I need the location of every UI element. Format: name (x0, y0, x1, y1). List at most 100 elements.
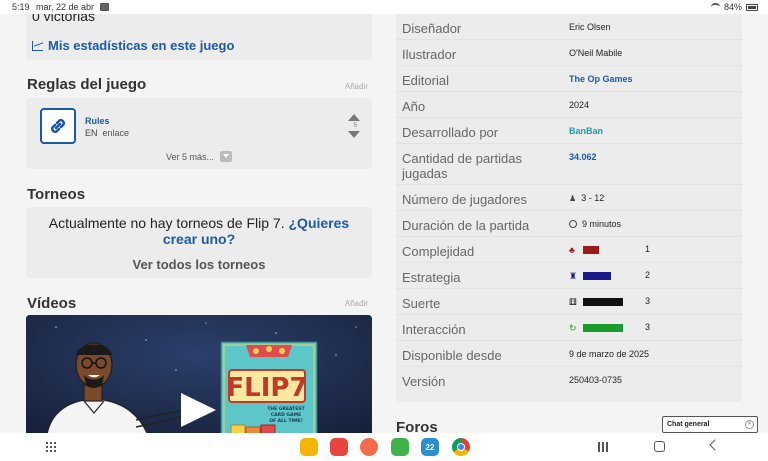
info-row-strategy: Estrategia ♜ 2 (396, 263, 742, 289)
wifi-icon (710, 3, 720, 11)
chess-piece-icon: ♜ (569, 271, 578, 281)
info-label: Desarrollado por (402, 125, 499, 140)
home-button[interactable] (654, 441, 665, 452)
strategy-rating: ♜ 2 (569, 270, 650, 281)
available-since-value: 9 de marzo de 2025 (569, 349, 650, 359)
interaction-value: 3 (645, 322, 651, 332)
chevron-down-icon (220, 151, 233, 162)
puzzle-icon: ♣ (569, 245, 575, 255)
strategy-bar (583, 272, 611, 280)
see-all-tournaments-link[interactable]: Ver todos los torneos (26, 257, 372, 272)
show-more-rules[interactable]: Ver 5 más... (26, 151, 372, 162)
info-label: Editorial (402, 73, 449, 88)
year-value: 2024 (569, 100, 590, 110)
info-label: Interacción (402, 322, 466, 337)
dice-icon: ⚅ (569, 297, 577, 307)
interaction-bar (583, 324, 623, 332)
svg-text:CARD GAME: CARD GAME (271, 412, 301, 418)
calculator-icon[interactable] (391, 438, 409, 456)
files-icon[interactable] (300, 438, 318, 456)
luck-bar (583, 298, 623, 306)
duration-value: 9 minutos (569, 219, 621, 229)
info-row-duration: Duración de la partida 9 minutos (396, 211, 742, 237)
calendar-icon[interactable]: 22 (421, 438, 439, 456)
battery-icon (746, 3, 758, 11)
info-label: Versión (402, 374, 446, 389)
publisher-link[interactable]: The Op Games (569, 74, 633, 84)
rules-section-title: Reglas del juego (27, 76, 147, 93)
info-label: Disponible desde (402, 348, 502, 363)
info-row-interaction: Interacción ↻ 3 (396, 315, 742, 341)
exchange-arrows-icon: ↻ (569, 323, 577, 333)
svg-text:THE GREATEST: THE GREATEST (267, 406, 305, 412)
video-player[interactable]: FLIP7 THE GREATEST CARD GAME OF ALL TIME… (26, 315, 372, 433)
info-row-version: Versión 250403-0735 (396, 367, 742, 393)
close-icon[interactable]: × (745, 420, 754, 429)
person-icon: ♟ (569, 194, 577, 203)
recents-button[interactable] (598, 442, 609, 452)
luck-rating: ⚅ 3 (569, 296, 650, 307)
info-label: Cantidad de partidas jugadas (402, 151, 522, 181)
status-bar: 5:19 mar, 22 de abr 84% (0, 0, 768, 14)
flip7-box-art: FLIP7 THE GREATEST CARD GAME OF ALL TIME… (220, 341, 318, 433)
chrome-icon[interactable] (452, 438, 470, 456)
gallery-notification-icon (100, 3, 109, 11)
info-row-publisher: Editorial The Op Games (396, 66, 742, 92)
info-row-games-played: Cantidad de partidas jugadas 34.062 (396, 144, 742, 185)
info-label: Suerte (402, 296, 441, 311)
players-value: ♟ 3 - 12 (569, 193, 604, 203)
my-stats-link[interactable]: Mis estadísticas en este juego (32, 38, 234, 53)
status-date: mar, 22 de abr (36, 2, 95, 12)
contacts-icon[interactable] (360, 438, 378, 456)
strategy-value: 2 (645, 270, 651, 280)
developer-link[interactable]: BanBan (569, 126, 603, 136)
general-chat-widget[interactable]: Chat general × (662, 416, 758, 433)
chat-label: Chat general (667, 421, 710, 428)
svg-text:FLIP7: FLIP7 (226, 373, 307, 403)
game-info-card: Diseñador Eric Olsen Ilustrador O'Neil M… (396, 14, 742, 402)
rule-language: EN enlace (85, 128, 129, 138)
info-row-players: Número de jugadores ♟ 3 - 12 (396, 185, 742, 211)
complexity-rating: ♣ 1 (569, 244, 650, 255)
downvote-arrow-icon[interactable] (348, 131, 360, 138)
tournaments-message: Actualmente no hay torneos de Flip 7. ¿Q… (36, 215, 362, 247)
designer-value[interactable]: Eric Olsen (569, 22, 611, 32)
victories-count: 0 victorias (32, 14, 96, 24)
luck-value: 3 (645, 296, 651, 306)
show-more-label: Ver 5 más... (165, 151, 215, 162)
battery-percent: 84% (723, 2, 742, 12)
players-range: 3 - 12 (581, 193, 605, 203)
android-nav-bar: 22 (0, 433, 768, 461)
no-tournaments-text: Actualmente no hay torneos de Flip 7. (48, 215, 285, 231)
info-label: Duración de la partida (402, 218, 530, 233)
player-stats-card: 0 victorias Mis estadísticas en este jue… (26, 14, 372, 60)
svg-text:OF ALL TIME!: OF ALL TIME! (269, 418, 303, 424)
illustrator-value[interactable]: O'Neil Mabile (569, 48, 622, 58)
link-icon[interactable] (40, 108, 76, 144)
notes-icon[interactable] (330, 438, 348, 456)
rule-lang-code: EN (85, 128, 98, 138)
info-label: Complejidad (402, 244, 475, 259)
rule-name-link[interactable]: Rules (85, 116, 110, 126)
left-column: 0 victorias Mis estadísticas en este jue… (26, 14, 372, 433)
tournaments-section-title: Torneos (27, 186, 86, 203)
add-rules-link[interactable]: Añadir (345, 82, 368, 91)
upvote-arrow-icon[interactable] (348, 114, 360, 121)
complexity-bar (583, 246, 599, 254)
duration-text: 9 minutos (582, 219, 622, 229)
add-video-link[interactable]: Añadir (345, 299, 368, 308)
info-row-year: Año 2024 (396, 92, 742, 118)
back-button[interactable] (709, 439, 721, 451)
info-label: Estrategia (402, 270, 461, 285)
games-played-link[interactable]: 34.062 (569, 152, 597, 162)
rules-card: Rules EN enlace 5 Ver 5 más... (26, 98, 372, 169)
info-row-complexity: Complejidad ♣ 1 (396, 237, 742, 263)
status-time: 5:19 (12, 2, 30, 12)
rule-type: enlace (102, 128, 130, 138)
app-drawer-icon[interactable] (46, 442, 56, 452)
videos-section-title: Vídeos (27, 295, 77, 312)
tournaments-card: Actualmente no hay torneos de Flip 7. ¿Q… (26, 207, 372, 278)
info-row-designer: Diseñador Eric Olsen (396, 14, 742, 40)
info-label: Número de jugadores (402, 192, 528, 207)
info-label: Ilustrador (402, 47, 457, 62)
